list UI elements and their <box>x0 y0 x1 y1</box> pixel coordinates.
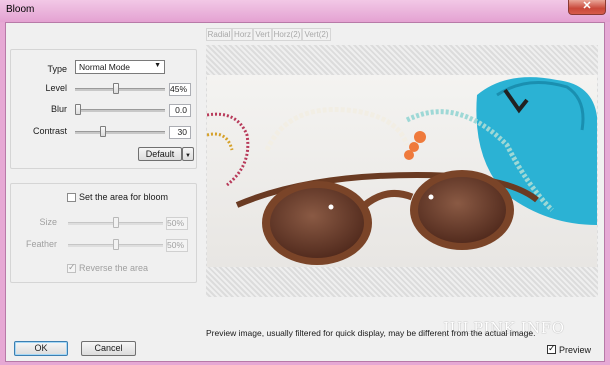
settings-panel: Type Normal Mode ▼ Level 45% Blur 0.0 Co… <box>10 49 197 169</box>
level-slider-thumb[interactable] <box>113 83 119 94</box>
size-slider[interactable] <box>68 217 163 229</box>
blur-slider-thumb[interactable] <box>75 104 81 115</box>
size-label: Size <box>39 217 57 227</box>
close-icon: ✕ <box>582 0 592 12</box>
feather-label: Feather <box>25 239 57 249</box>
ok-button[interactable]: OK <box>14 341 68 356</box>
area-panel: Set the area for bloom Size 50% Feather … <box>10 183 197 283</box>
tab-vert[interactable]: Vert <box>253 28 272 41</box>
contrast-value[interactable]: 30 <box>169 126 191 139</box>
default-dropdown-button[interactable]: ▼ <box>182 147 194 161</box>
preview-checkbox[interactable]: ✓ <box>547 343 556 354</box>
title-bar[interactable]: Bloom ✕ <box>0 0 610 22</box>
chevron-down-icon: ▼ <box>154 62 161 69</box>
ok-button-label: OK <box>34 343 48 353</box>
dialog-client: Type Normal Mode ▼ Level 45% Blur 0.0 Co… <box>5 22 605 362</box>
reverse-area-checkbox[interactable]: ✓ <box>67 262 76 273</box>
tab-horz-2[interactable]: Horz(2) <box>272 28 302 41</box>
feather-value[interactable]: 50% <box>166 239 188 252</box>
tab-vert-2[interactable]: Vert(2) <box>302 28 331 41</box>
default-button-label: Default <box>145 149 175 159</box>
blur-value[interactable]: 0.0 <box>169 104 191 117</box>
contrast-label: Contrast <box>32 126 67 136</box>
tab-horz[interactable]: Horz <box>232 28 253 41</box>
preview-label[interactable]: Preview <box>559 345 591 355</box>
preview-note: Preview image, usually filtered for quic… <box>206 328 536 338</box>
contrast-slider[interactable] <box>75 126 165 138</box>
type-label: Type <box>47 64 67 74</box>
size-value[interactable]: 50% <box>166 217 188 230</box>
cancel-button[interactable]: Cancel <box>81 341 136 356</box>
preview-canvas[interactable] <box>206 45 598 297</box>
type-select[interactable]: Normal Mode ▼ <box>75 60 165 74</box>
preview-image <box>207 75 597 267</box>
tab-radial[interactable]: Radial <box>206 28 232 41</box>
set-area-label[interactable]: Set the area for bloom <box>79 192 168 202</box>
contrast-slider-thumb[interactable] <box>100 126 106 137</box>
cancel-button-label: Cancel <box>94 343 123 353</box>
contrast-slider-track <box>75 131 165 134</box>
close-button[interactable]: ✕ <box>568 0 606 15</box>
blur-slider[interactable] <box>75 104 165 116</box>
window-title: Bloom <box>6 4 35 15</box>
level-value[interactable]: 45% <box>169 83 191 96</box>
size-slider-thumb[interactable] <box>113 217 119 228</box>
blur-label: Blur <box>50 104 67 114</box>
reverse-area-label[interactable]: Reverse the area <box>79 263 148 273</box>
check-icon: ✓ <box>548 343 556 353</box>
set-area-checkbox[interactable] <box>67 193 76 202</box>
check-icon: ✓ <box>68 262 76 272</box>
blur-slider-track <box>75 109 165 112</box>
chevron-down-icon: ▼ <box>185 153 191 159</box>
level-label: Level <box>45 83 67 93</box>
bloom-dialog: Bloom ✕ Type Normal Mode ▼ Level 45% Blu… <box>0 0 610 365</box>
level-slider[interactable] <box>75 83 165 95</box>
default-button[interactable]: Default <box>138 147 182 161</box>
level-slider-track <box>75 88 165 91</box>
feather-slider-thumb[interactable] <box>113 239 119 250</box>
feather-slider[interactable] <box>68 239 163 251</box>
type-select-value: Normal Mode <box>79 62 131 72</box>
